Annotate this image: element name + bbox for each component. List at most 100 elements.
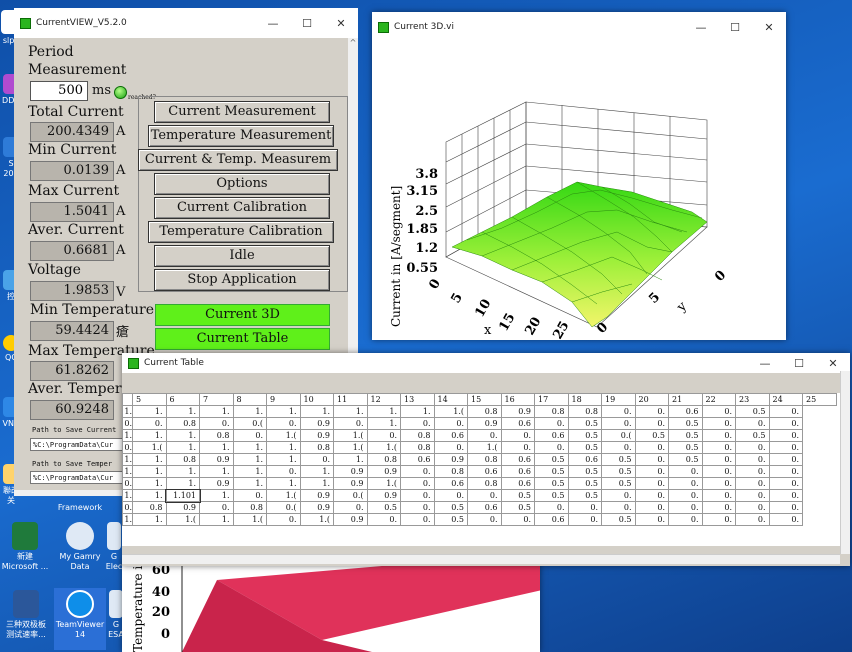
table-cell[interactable]: 1.(	[366, 441, 401, 454]
table-cell[interactable]: 0.8	[467, 477, 502, 490]
table-cell[interactable]: 0.5	[601, 453, 636, 466]
table-cell[interactable]: 0.	[534, 441, 569, 454]
table-cell[interactable]: 0.8	[132, 501, 167, 514]
table-cell[interactable]: 0.5	[567, 441, 602, 454]
table-cell[interactable]: 0.	[768, 501, 803, 514]
table-cell[interactable]: 0.	[266, 513, 301, 526]
period-input[interactable]: 500	[30, 81, 88, 101]
minimize-button[interactable]: —	[256, 17, 290, 30]
horizontal-scrollbar[interactable]	[14, 490, 134, 496]
table-cell[interactable]: 1.	[333, 405, 368, 418]
table-cell[interactable]: 0.8	[534, 405, 569, 418]
table-cell[interactable]: 0.	[500, 429, 535, 442]
table-cell[interactable]: 1.	[366, 417, 401, 430]
table-cell[interactable]: 1.(	[299, 513, 334, 526]
table-cell[interactable]: 0.5	[433, 513, 468, 526]
table-cell[interactable]: 1.	[199, 441, 234, 454]
table-cell[interactable]: 0.	[701, 513, 736, 526]
table-cell[interactable]: 0.(	[601, 429, 636, 442]
table-cell[interactable]: 0.	[701, 477, 736, 490]
title-bar[interactable]: Current 3D.vi — ☐ ✕	[372, 12, 786, 42]
table-cell[interactable]: 1.	[132, 513, 167, 526]
table-cell[interactable]: 0.5	[366, 501, 401, 514]
table-cell[interactable]: 0.	[634, 417, 669, 430]
table-cell[interactable]: 0.6	[534, 513, 569, 526]
table-cell[interactable]: 1.	[266, 453, 301, 466]
table-cell[interactable]: 0.	[701, 453, 736, 466]
table-cell[interactable]: 0.	[601, 489, 636, 502]
table-cell[interactable]: 0.	[768, 489, 803, 502]
table-cell[interactable]: 0.	[768, 465, 803, 478]
table-cell[interactable]: 0.	[735, 453, 770, 466]
table-cell[interactable]: 0.	[634, 489, 669, 502]
current-calibration-button[interactable]: Current Calibration	[154, 197, 330, 219]
table-cell[interactable]: 0.5	[534, 477, 569, 490]
table-cell[interactable]: 0.5	[668, 453, 703, 466]
maximize-button[interactable]: ☐	[718, 21, 752, 34]
table-cell[interactable]: 1.	[400, 405, 435, 418]
table-cell[interactable]: 0.8	[199, 429, 234, 442]
table-cell[interactable]: 0.	[735, 465, 770, 478]
table-cell[interactable]: 0.	[701, 417, 736, 430]
table-cell[interactable]: 1.	[165, 429, 200, 442]
table-cell[interactable]: 1.	[199, 465, 234, 478]
table-cell[interactable]: 1.	[132, 453, 167, 466]
table-cell[interactable]: 0.9	[366, 465, 401, 478]
table-cell[interactable]: 0.	[433, 489, 468, 502]
desktop-icon[interactable]: G Elec	[104, 522, 124, 572]
stop-application-button[interactable]: Stop Application	[154, 269, 330, 291]
table-cell[interactable]: 0.	[634, 501, 669, 514]
table-cell[interactable]: 0.8	[467, 405, 502, 418]
table-cell[interactable]: 1.	[366, 405, 401, 418]
table-cell[interactable]: 0.	[735, 441, 770, 454]
table-cell[interactable]: 0.8	[400, 441, 435, 454]
table-cell[interactable]: 0.5	[601, 513, 636, 526]
table-cell[interactable]: 0.8	[366, 453, 401, 466]
idle-button[interactable]: Idle	[154, 245, 330, 267]
path-current-input[interactable]: %C:\ProgramData\Cur	[30, 438, 126, 451]
table-cell[interactable]: 0.	[132, 417, 167, 430]
table-cell[interactable]: 0.	[701, 441, 736, 454]
table-cell[interactable]: 0.9	[165, 501, 200, 514]
table-cell[interactable]: 0.6	[534, 429, 569, 442]
table-cell[interactable]: 0.8	[165, 453, 200, 466]
table-cell[interactable]: 0.	[467, 429, 502, 442]
table-cell[interactable]: 0.	[232, 429, 267, 442]
table-cell[interactable]: 0.5	[601, 465, 636, 478]
table-cell[interactable]: 1.(	[333, 441, 368, 454]
table-cell-editing[interactable]: 1.101	[165, 488, 201, 503]
desktop-icon-word[interactable]: 三种双极板 测试速率...	[0, 590, 52, 640]
table-cell[interactable]: 0.	[634, 513, 669, 526]
table-cell[interactable]: 0.6	[400, 453, 435, 466]
table-cell[interactable]: 1.(	[366, 477, 401, 490]
table-cell[interactable]: 0.9	[333, 513, 368, 526]
maximize-button[interactable]: ☐	[290, 17, 324, 30]
vertical-scrollbar[interactable]	[840, 371, 850, 554]
table-cell[interactable]: 1.	[266, 405, 301, 418]
table-cell[interactable]: 0.	[701, 465, 736, 478]
table-cell[interactable]: 0.5	[567, 465, 602, 478]
table-cell[interactable]: 0.	[735, 501, 770, 514]
table-cell[interactable]: 1.(	[132, 441, 167, 454]
current-measurement-button[interactable]: Current Measurement	[154, 101, 330, 123]
table-cell[interactable]: 0.5	[433, 501, 468, 514]
table-cell[interactable]: 0.	[433, 441, 468, 454]
table-cell[interactable]: 0.	[567, 501, 602, 514]
maximize-button[interactable]: ☐	[782, 357, 816, 370]
table-cell[interactable]: 0.9	[199, 453, 234, 466]
table-cell[interactable]: 0.	[768, 429, 803, 442]
current-temp-measurement-button[interactable]: Current & Temp. Measurem	[138, 149, 338, 171]
table-cell[interactable]: 0.	[668, 513, 703, 526]
table-cell[interactable]: 1.	[132, 489, 167, 502]
table-cell[interactable]: 1.	[199, 405, 234, 418]
table-cell[interactable]: 0.8	[467, 453, 502, 466]
table-cell[interactable]: 0.6	[467, 465, 502, 478]
table-cell[interactable]: 0.	[735, 489, 770, 502]
table-cell[interactable]: 1.	[333, 453, 368, 466]
table-cell[interactable]: 1.	[165, 405, 200, 418]
table-cell[interactable]: 0.8	[232, 501, 267, 514]
table-cell[interactable]: 0.	[199, 417, 234, 430]
table-cell[interactable]: 0.(	[232, 417, 267, 430]
table-cell[interactable]: 1.	[132, 465, 167, 478]
table-cell[interactable]: 0.5	[567, 477, 602, 490]
